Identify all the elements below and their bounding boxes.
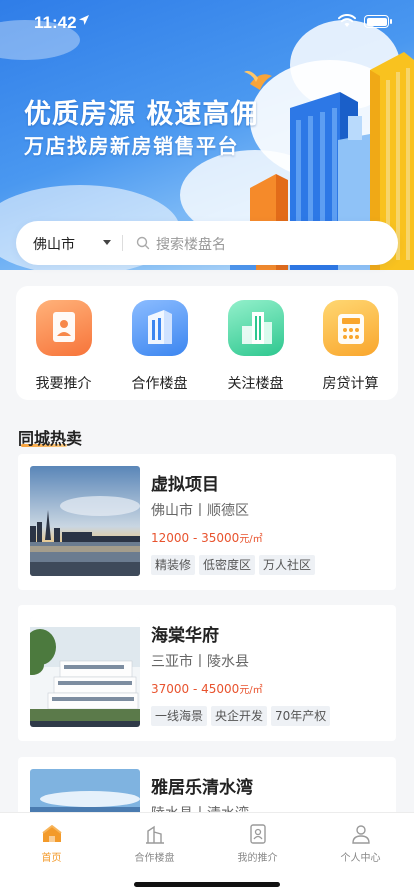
calculator-icon — [323, 300, 379, 356]
listing-card[interactable]: 虚拟项目 佛山市丨顺德区 12000 - 35000元/㎡ 精装修 低密度区 万人社… — [18, 454, 396, 590]
listing-tag: 精装修 — [151, 555, 196, 575]
listing-tag: 央企开发 — [211, 706, 268, 726]
tab-label: 我的推介 — [237, 853, 278, 864]
id-card-icon — [250, 824, 266, 844]
listing-card[interactable]: 海棠华府 三亚市丨陵水县 37000 - 45000元/㎡ 一线海景 央企开发 70… — [18, 605, 396, 741]
listing-name: 虚拟项目 — [151, 475, 219, 495]
status-time: 11:42 — [34, 13, 77, 32]
tab-my-recommend[interactable]: 我的推介 — [206, 821, 309, 871]
price-range: 12000 - 35000 — [151, 531, 240, 545]
listing-location: 佛山市丨顺德区 — [151, 503, 249, 519]
search-input[interactable]: 搜索楼盘名 — [156, 234, 226, 254]
menu-item-partner-buildings[interactable]: 合作楼盘 — [112, 300, 207, 392]
hero-subtitle: 万店找房新房销售平台 — [24, 134, 239, 158]
building-outline-icon — [146, 825, 164, 844]
listing-tag: 一线海景 — [151, 706, 208, 726]
section-title: 同城热卖 — [18, 429, 83, 448]
city-selector[interactable]: 佛山市 — [33, 234, 75, 254]
tab-label: 个人中心 — [340, 853, 381, 864]
listing-price: 37000 - 45000元/㎡ — [151, 681, 263, 696]
listing-tag: 万人社区 — [259, 555, 316, 575]
listing-tag: 70年产权 — [271, 706, 331, 726]
listing-tags: 一线海景 央企开发 70年产权 — [151, 705, 334, 726]
listing-tag: 低密度区 — [199, 555, 256, 575]
listing-location: 三亚市丨陵水县 — [151, 654, 249, 670]
menu-item-recommend[interactable]: 我要推介 — [16, 300, 111, 392]
listing-photo — [30, 617, 140, 727]
listing-price: 12000 - 35000元/㎡ — [151, 530, 263, 545]
home-indicator — [134, 882, 280, 887]
tab-profile[interactable]: 个人中心 — [309, 821, 412, 871]
quick-menu: 我要推介 合作楼盘 关注楼盘 房贷计算 — [16, 286, 398, 400]
wifi-icon — [338, 14, 356, 27]
menu-label: 合作楼盘 — [131, 376, 188, 392]
price-unit: 元/㎡ — [239, 534, 263, 545]
tab-label: 合作楼盘 — [134, 853, 175, 864]
search-icon — [136, 236, 150, 250]
city-buildings-icon — [228, 300, 284, 356]
tab-home[interactable]: 首页 — [0, 821, 103, 871]
price-unit: 元/㎡ — [239, 685, 263, 696]
tab-partner-buildings[interactable]: 合作楼盘 — [103, 821, 206, 871]
menu-label: 关注楼盘 — [227, 376, 284, 392]
hero-title: 优质房源 极速高佣 — [24, 99, 259, 130]
menu-label: 房贷计算 — [322, 376, 379, 392]
search-divider — [122, 235, 123, 251]
contact-card-icon — [36, 300, 92, 356]
battery-icon — [364, 15, 392, 28]
listing-photo — [30, 466, 140, 576]
price-range: 37000 - 45000 — [151, 682, 240, 696]
listing-tags: 精装修 低密度区 万人社区 — [151, 554, 319, 575]
chevron-down-icon[interactable] — [103, 240, 111, 245]
search-bar: 佛山市 搜索楼盘名 — [16, 221, 398, 265]
listing-name: 海棠华府 — [151, 626, 219, 646]
menu-item-mortgage-calc[interactable]: 房贷计算 — [303, 300, 398, 392]
menu-item-follow-buildings[interactable]: 关注楼盘 — [208, 300, 303, 392]
user-icon — [352, 825, 370, 844]
location-arrow-icon — [79, 15, 89, 25]
tab-label: 首页 — [41, 853, 62, 864]
menu-label: 我要推介 — [35, 376, 92, 392]
listing-name: 雅居乐清水湾 — [151, 778, 253, 798]
building-icon — [132, 300, 188, 356]
home-icon — [42, 825, 62, 842]
status-bar: 11:42 — [0, 0, 414, 44]
